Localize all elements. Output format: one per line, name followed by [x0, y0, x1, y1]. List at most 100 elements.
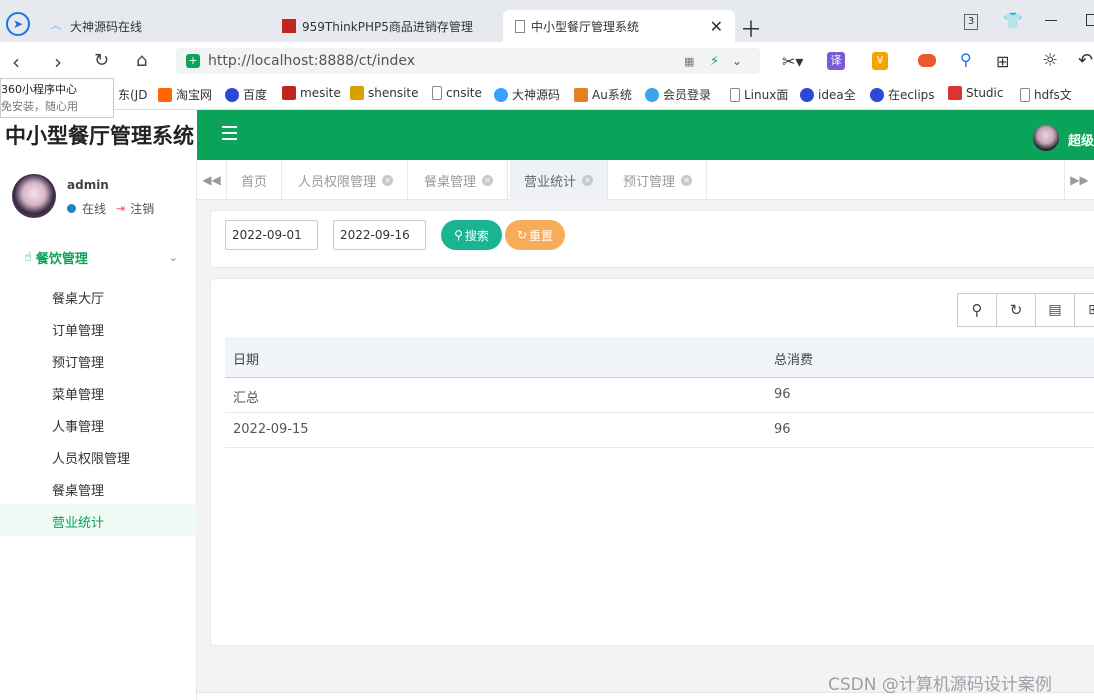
- search-icon: ⚲: [454, 228, 463, 242]
- browser-tab-title: 大神源码在线: [70, 19, 143, 34]
- new-tab-icon[interactable]: ＋: [740, 12, 762, 44]
- top-username[interactable]: 超级: [1068, 130, 1094, 149]
- bookmark-item[interactable]: 在eclips: [870, 86, 935, 103]
- tab-count-badge[interactable]: 3: [964, 14, 978, 30]
- browser-tab-title: 959ThinkPHP5商品进销存管理: [302, 19, 473, 34]
- sidebar-item-reservations[interactable]: 预订管理: [52, 352, 104, 371]
- bookmark-item[interactable]: hdfs文: [1020, 86, 1072, 103]
- tab-reservations[interactable]: 预订管理 ✕: [609, 160, 708, 200]
- close-icon[interactable]: ✕: [681, 174, 693, 186]
- game-icon[interactable]: [918, 54, 936, 67]
- table-row: [225, 413, 1094, 448]
- table-header-date[interactable]: 日期: [233, 349, 259, 368]
- page-icon: [515, 19, 525, 33]
- browser-logo-icon[interactable]: ➤: [6, 12, 30, 36]
- bookmark-item[interactable]: 淘宝网: [158, 86, 212, 103]
- browser-tab-3[interactable]: 中小型餐厅管理系统 ✕: [503, 10, 735, 42]
- hand-icon: ☝: [24, 250, 32, 265]
- sidebar-item-tables[interactable]: 餐桌管理: [52, 480, 104, 499]
- end-date-input[interactable]: 2022-09-16: [333, 220, 426, 250]
- back-icon[interactable]: ‹: [12, 50, 20, 74]
- bookmark-item[interactable]: 东(JD: [118, 86, 147, 103]
- user-name: admin: [67, 178, 109, 192]
- sidebar-item-menu[interactable]: 菜单管理: [52, 384, 104, 403]
- popup-title: 360小程序中心: [1, 83, 77, 96]
- tab-permissions[interactable]: 人员权限管理 ✕: [284, 160, 409, 200]
- table-refresh-button[interactable]: ↻: [996, 293, 1036, 327]
- minimize-icon[interactable]: [1045, 20, 1057, 21]
- sidebar-item-business-stats[interactable]: 营业统计: [52, 512, 104, 531]
- forward-icon[interactable]: ›: [54, 50, 62, 74]
- table-header-total[interactable]: 总消费: [774, 349, 813, 368]
- close-icon[interactable]: ✕: [482, 174, 494, 186]
- close-icon[interactable]: ✕: [582, 174, 594, 186]
- tab-home[interactable]: 首页: [227, 160, 283, 200]
- tooltip-popup: 360小程序中心 免安装，随心用: [0, 78, 114, 118]
- bookmark-item[interactable]: idea全: [800, 86, 856, 103]
- online-status: 在线: [67, 200, 106, 217]
- menu-group-catering[interactable]: ☝ 餐饮管理 ⌄: [24, 248, 184, 267]
- shield-icon[interactable]: ¥: [872, 52, 888, 70]
- url-text: http://localhost:8888/ct/index: [208, 53, 415, 69]
- list-icon: ▤: [1048, 302, 1062, 318]
- sidebar-item-dining-hall[interactable]: 餐桌大厅: [52, 288, 104, 307]
- sidebar-item-permissions[interactable]: 人员权限管理: [52, 448, 130, 467]
- undo-icon[interactable]: ↶: [1078, 50, 1093, 71]
- chevron-down-icon: ⌄: [168, 251, 178, 264]
- bookmark-item[interactable]: 大神源码: [494, 86, 560, 103]
- menu-toggle-icon[interactable]: [222, 126, 237, 140]
- bookmark-item[interactable]: 百度: [225, 86, 267, 103]
- chevron-down-icon[interactable]: ⌄: [732, 54, 742, 68]
- translate-icon[interactable]: 译: [827, 52, 845, 70]
- bookmark-item[interactable]: cnsite: [432, 86, 482, 100]
- table-cell: 96: [774, 422, 791, 437]
- top-avatar[interactable]: [1033, 125, 1059, 151]
- refresh-icon: ↻: [516, 228, 528, 242]
- close-icon[interactable]: ✕: [382, 174, 394, 186]
- sidebar-item-orders[interactable]: 订单管理: [52, 320, 104, 339]
- bookmark-item[interactable]: Studic: [948, 86, 1003, 100]
- tabs-scroll-right-icon[interactable]: ▶▶: [1064, 160, 1094, 200]
- url-field[interactable]: + http://localhost:8888/ct/index ▦ ⚡ ⌄: [176, 48, 760, 74]
- bookmark-item[interactable]: 会员登录: [645, 86, 711, 103]
- online-dot-icon: [67, 204, 76, 213]
- favicon-icon: [282, 19, 296, 33]
- reset-button[interactable]: ↻ 重置: [505, 220, 565, 250]
- menu-group-label: 餐饮管理: [35, 252, 88, 267]
- watermark: CSDN @计算机源码设计案例: [828, 675, 1052, 695]
- tab-tables[interactable]: 餐桌管理 ✕: [410, 160, 509, 200]
- qr-icon[interactable]: ▦: [684, 55, 694, 68]
- search-icon[interactable]: ⚲: [960, 50, 972, 69]
- maximize-icon[interactable]: [1086, 14, 1094, 26]
- shirt-icon[interactable]: 👕: [1003, 11, 1023, 30]
- table-row: [225, 378, 1094, 413]
- grid-icon[interactable]: ⊞: [996, 52, 1009, 71]
- bookmark-item[interactable]: Linux面: [730, 86, 788, 103]
- home-icon[interactable]: ⌂: [136, 50, 147, 71]
- columns-icon: ⊞: [1088, 302, 1094, 318]
- bookmark-item[interactable]: mesite: [282, 86, 341, 100]
- secure-icon: +: [186, 54, 200, 68]
- reload-icon[interactable]: ↻: [94, 50, 109, 71]
- search-button[interactable]: ⚲ 搜索: [441, 220, 502, 250]
- scissors-icon[interactable]: ✂▾: [782, 52, 803, 71]
- popup-subtitle: 免安装，随心用: [1, 100, 78, 113]
- top-navbar: [197, 110, 1094, 160]
- bolt-icon[interactable]: ⚡: [710, 54, 719, 69]
- logout-link[interactable]: ⇥ 注销: [116, 200, 154, 217]
- tabs-scroll-left-icon[interactable]: ◀◀: [197, 160, 227, 200]
- browser-tab-1[interactable]: ෴ 大神源码在线: [44, 10, 270, 42]
- start-date-input[interactable]: 2022-09-01: [225, 220, 318, 250]
- table-columns-button[interactable]: ⊞: [1074, 293, 1094, 327]
- tab-business-stats[interactable]: 营业统计 ✕: [510, 160, 609, 200]
- search-icon: ⚲: [971, 301, 983, 319]
- brightness-icon[interactable]: ☼: [1042, 50, 1058, 71]
- bookmark-item[interactable]: Au系统: [574, 86, 632, 103]
- table-cell: 汇总: [233, 391, 260, 406]
- sidebar-item-staff[interactable]: 人事管理: [52, 416, 104, 435]
- browser-tab-2[interactable]: 959ThinkPHP5商品进销存管理: [278, 10, 500, 42]
- table-search-button[interactable]: ⚲: [957, 293, 997, 327]
- table-toggle-view-button[interactable]: ▤: [1035, 293, 1075, 327]
- bookmark-item[interactable]: shensite: [350, 86, 419, 100]
- close-tab-icon[interactable]: ✕: [710, 17, 723, 36]
